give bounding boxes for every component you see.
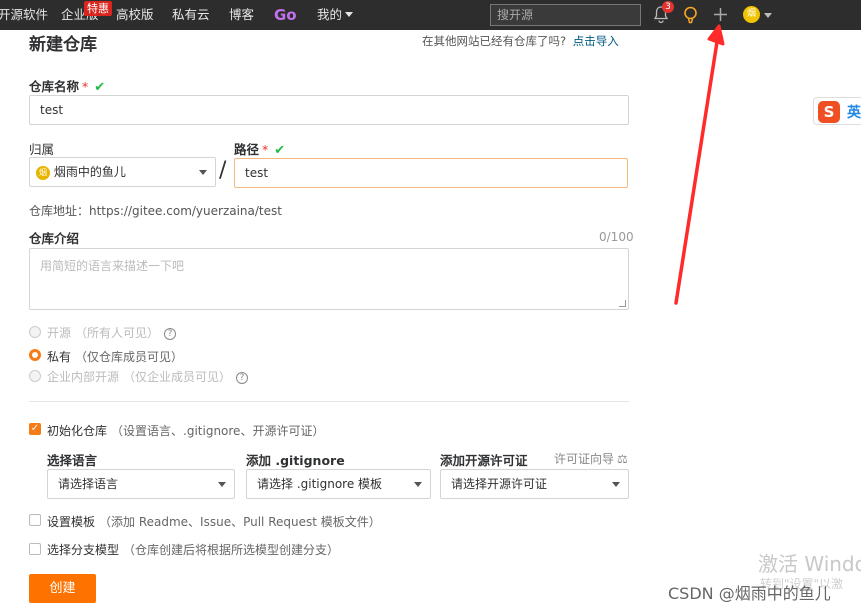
license-guide-text: 许可证向导	[554, 452, 615, 466]
owner-value: 烟雨中的鱼儿	[53, 165, 126, 179]
import-hint: 在其他网站已经有仓库了吗?	[422, 34, 567, 48]
init-repo-checkbox[interactable]: ✓	[29, 423, 41, 435]
nav-private-cloud[interactable]: 私有云	[172, 0, 210, 30]
gitignore-value: 请选择 .gitignore 模板	[257, 477, 383, 491]
owner-select[interactable]: 烟 烟雨中的鱼儿	[29, 157, 216, 187]
path-input[interactable]: test	[234, 158, 628, 188]
intro-count: 0/100	[599, 230, 634, 244]
visibility-enterprise-label: 企业内部开源	[47, 370, 120, 384]
gitignore-label: 添加 .gitignore	[246, 453, 345, 468]
resize-handle-icon[interactable]	[619, 300, 626, 307]
help-icon[interactable]: ?	[236, 372, 249, 384]
visibility-private-note: （仅仓库成员可见）	[75, 350, 184, 364]
visibility-enterprise-note: （仅企业成员可见）	[123, 370, 232, 384]
radio-private[interactable]	[29, 349, 41, 361]
repo-name-input[interactable]: test	[29, 95, 629, 125]
search-input[interactable]: 搜开源	[490, 4, 641, 26]
visibility-enterprise-row: 企业内部开源 （仅企业成员可见）?	[47, 368, 249, 385]
branch-model-label: 选择分支模型	[47, 543, 120, 557]
nav-go[interactable]: Go	[274, 0, 297, 30]
check-icon: ✔	[94, 80, 106, 95]
intro-placeholder: 用简短的语言来描述一下吧	[40, 259, 185, 273]
nav-blog[interactable]: 博客	[229, 0, 254, 30]
init-repo-label: 初始化仓库	[47, 424, 108, 438]
intro-textarea[interactable]: 用简短的语言来描述一下吧	[29, 248, 629, 310]
caret-down-icon	[414, 482, 422, 487]
ime-mode-label: 英	[847, 105, 861, 121]
license-label: 添加开源许可证	[440, 453, 528, 468]
template-checkbox[interactable]	[29, 514, 41, 526]
branch-model-row: 选择分支模型 （仓库创建后将根据所选模型创建分支）	[47, 541, 339, 558]
license-select[interactable]: 请选择开源许可证	[440, 469, 629, 499]
branch-model-checkbox[interactable]	[29, 543, 41, 555]
license-guide-link[interactable]: 许可证向导 ⚖	[554, 450, 628, 467]
chevron-down-icon	[345, 12, 354, 17]
sogou-logo-icon: S	[818, 101, 840, 123]
annotation-arrow	[674, 24, 725, 305]
help-icon[interactable]: ?	[164, 328, 177, 340]
import-hint-row: 在其他网站已经有仓库了吗? 点击导入	[422, 33, 619, 49]
repo-address: 仓库地址：https://gitee.com/yuerzaina/test	[29, 204, 282, 218]
radio-open-source[interactable]	[29, 326, 41, 338]
path-separator: /	[219, 158, 227, 183]
gitignore-select[interactable]: 请选择 .gitignore 模板	[246, 469, 431, 499]
nav-university[interactable]: 高校版	[116, 0, 154, 30]
caret-down-icon	[199, 170, 207, 175]
notification-count: 3	[662, 1, 674, 13]
license-value: 请选择开源许可证	[451, 477, 548, 491]
template-note: （添加 Readme、Issue、Pull Request 模板文件）	[99, 515, 381, 529]
lang-label: 选择语言	[47, 453, 98, 468]
windows-activation-text: 激活 Windo	[758, 552, 861, 576]
template-row: 设置模板 （添加 Readme、Issue、Pull Request 模板文件）	[47, 513, 381, 530]
nav-mine-label: 我的	[317, 7, 343, 22]
caret-down-icon	[218, 482, 226, 487]
required-mark: *	[262, 142, 269, 157]
owner-label: 归属	[29, 142, 55, 157]
repo-name-label: 仓库名称 * ✔	[29, 76, 105, 95]
required-mark: *	[82, 79, 89, 94]
hot-badge: 特惠	[84, 1, 112, 16]
init-repo-row: 初始化仓库 （设置语言、.gitignore、开源许可证）	[47, 422, 324, 439]
ime-badge: S 英	[813, 97, 861, 125]
caret-down-icon	[612, 482, 620, 487]
path-label-text: 路径	[234, 142, 260, 157]
nav-open-source[interactable]: 开源软件	[0, 0, 48, 30]
csdn-watermark: CSDN @烟雨中的鱼儿	[668, 584, 831, 603]
create-button[interactable]: 创建	[29, 574, 96, 603]
radio-enterprise-internal[interactable]	[29, 370, 41, 382]
template-label: 设置模板	[47, 515, 96, 529]
avatar[interactable]: 烟	[743, 6, 760, 23]
visibility-open-row: 开源 （所有人可见）?	[47, 324, 177, 341]
intro-label: 仓库介绍	[29, 231, 80, 246]
visibility-private-label: 私有	[47, 350, 72, 364]
visibility-open-label: 开源	[47, 326, 72, 340]
path-label: 路径 * ✔	[234, 139, 285, 158]
repo-name-label-text: 仓库名称	[29, 79, 80, 94]
scale-icon: ⚖	[617, 452, 628, 466]
avatar: 烟	[36, 166, 50, 180]
divider	[29, 401, 629, 402]
branch-model-note: （仓库创建后将根据所选模型创建分支）	[123, 543, 340, 557]
init-repo-note: （设置语言、.gitignore、开源许可证）	[111, 424, 325, 438]
visibility-private-row: 私有 （仅仓库成员可见）	[47, 348, 183, 365]
visibility-open-note: （所有人可见）	[75, 326, 160, 340]
page-title: 新建仓库	[29, 35, 97, 55]
import-link[interactable]: 点击导入	[573, 34, 619, 48]
lang-value: 请选择语言	[58, 477, 119, 491]
lang-select[interactable]: 请选择语言	[47, 469, 235, 499]
chevron-down-icon[interactable]	[764, 13, 772, 18]
check-icon: ✔	[274, 143, 286, 158]
nav-mine[interactable]: 我的	[317, 0, 354, 30]
